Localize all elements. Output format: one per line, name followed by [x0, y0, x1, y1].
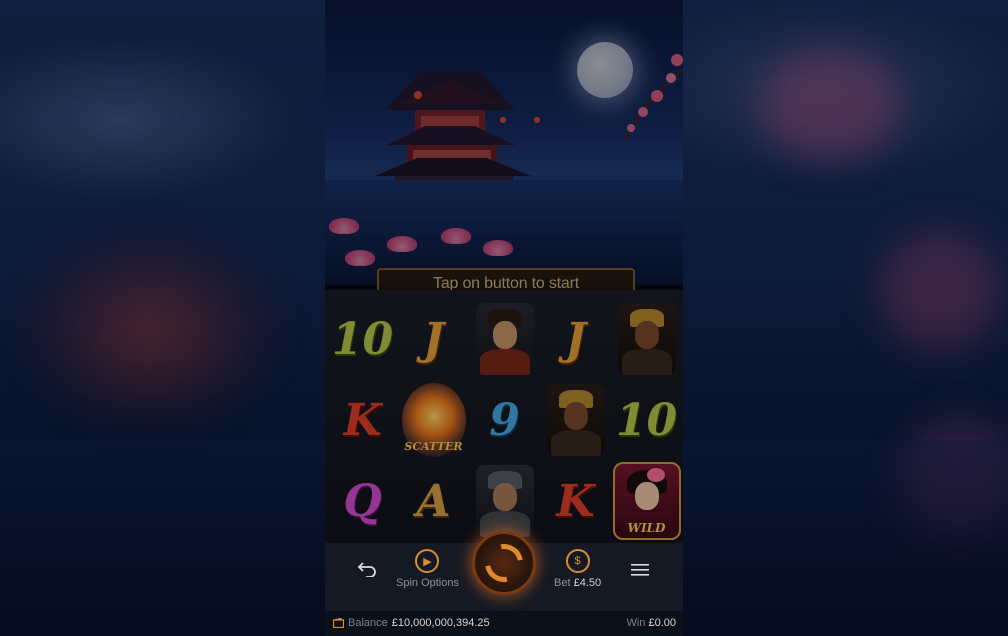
reel-symbol-k: K	[327, 379, 398, 461]
spin-arrows-icon	[477, 536, 531, 590]
reel-symbol-scatter: SCATTER	[398, 379, 469, 461]
reel-grid: 10 J J K SCATTER 9 10 Q A K WILD	[325, 290, 683, 543]
slot-game-panel: Tap on button to start 10 J J K SCATTER	[325, 0, 683, 636]
spin-options-label: Spin Options	[396, 577, 459, 589]
soldiers-icon	[475, 465, 534, 537]
symbol-text: J	[423, 313, 444, 365]
win-label: Win	[626, 617, 646, 629]
reel-symbol-a: A	[398, 460, 469, 542]
symbol-text: K	[343, 394, 382, 446]
wild-label: WILD	[627, 521, 666, 535]
warrior-hero-icon	[475, 303, 534, 375]
reel-symbol-general-bearded	[540, 379, 611, 461]
reel-symbol-soldiers	[469, 460, 540, 542]
reel-symbol-j: J	[398, 298, 469, 380]
symbol-text: A	[416, 475, 451, 527]
bet-label: Bet	[554, 577, 571, 589]
hamburger-menu-icon	[631, 564, 649, 576]
bet-display: Bet £4.50	[554, 577, 601, 589]
game-scene-artwork	[325, 0, 683, 285]
symbol-text: 10	[331, 313, 394, 365]
scatter-icon: SCATTER	[401, 383, 466, 457]
play-icon: ▶	[415, 549, 440, 573]
reel-symbol-10: 10	[327, 298, 398, 380]
bearded-general-icon	[546, 384, 605, 456]
symbol-text: K	[556, 475, 595, 527]
symbol-text: Q	[343, 475, 382, 527]
bet-coin-icon: $	[565, 549, 590, 573]
wallet-icon	[333, 618, 344, 628]
symbol-text: 10	[615, 394, 678, 446]
bet-value: £4.50	[573, 577, 602, 589]
control-bar: ▶ Spin Options $ Bet £4.50	[325, 531, 683, 611]
back-arrow-icon	[357, 562, 376, 577]
bet-button[interactable]: $ Bet £4.50	[554, 549, 601, 589]
back-button[interactable]	[357, 561, 377, 577]
scene-vignette	[325, 0, 683, 285]
reel-symbol-warrior-hero	[469, 298, 540, 380]
spin-button[interactable]	[472, 531, 536, 595]
reel-symbol-10: 10	[611, 379, 682, 461]
symbol-text: J	[565, 313, 586, 365]
reel-symbol-wild: WILD	[611, 460, 682, 542]
balance-display: Balance £10,000,000,394.25	[333, 617, 490, 629]
reel-symbol-9: 9	[469, 379, 540, 461]
scatter-label: SCATTER	[404, 440, 463, 453]
win-display: Win £0.00	[626, 617, 676, 629]
symbol-text: 9	[489, 394, 520, 446]
win-value: £0.00	[648, 617, 676, 629]
wild-icon: WILD	[612, 462, 681, 540]
spin-options-button[interactable]: ▶ Spin Options	[396, 549, 459, 589]
balance-label: Balance	[348, 617, 388, 629]
bearded-general-icon	[617, 303, 676, 375]
balance-value: £10,000,000,394.25	[391, 617, 490, 629]
status-bar: Balance £10,000,000,394.25 Win £0.00	[325, 611, 683, 636]
reel-symbol-general-bearded	[611, 298, 682, 380]
menu-button[interactable]	[631, 563, 649, 577]
reel-symbol-k: K	[540, 460, 611, 542]
reel-symbol-q: Q	[327, 460, 398, 542]
reel-symbol-j: J	[540, 298, 611, 380]
